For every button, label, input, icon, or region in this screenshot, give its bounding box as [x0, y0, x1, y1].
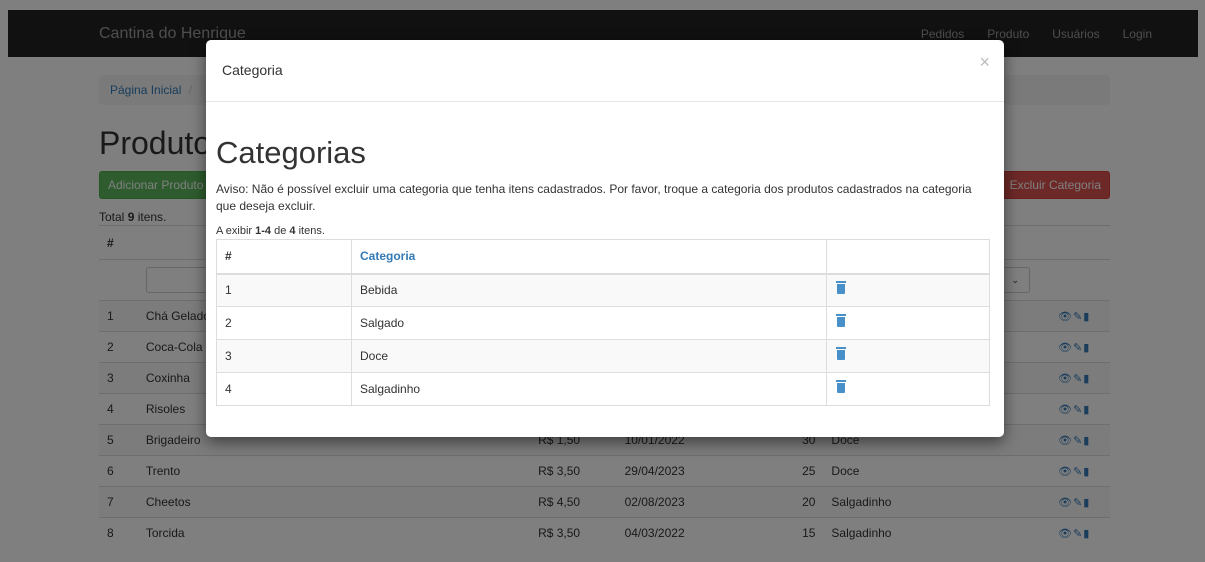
- row-category-name: Doce: [351, 339, 827, 373]
- table-row: 4 Salgadinho: [216, 372, 990, 406]
- row-category-name: Salgadinho: [351, 372, 827, 406]
- modal-item-count: A exibir 1-4 de 4 itens.: [216, 225, 325, 237]
- row-id: 4: [216, 372, 352, 406]
- modal-heading: Categorias: [216, 135, 366, 170]
- trash-icon[interactable]: [836, 314, 846, 327]
- row-category-name: Salgado: [351, 306, 827, 340]
- categories-table: # Categoria 1 Bebida 2 Salgado 3 Doce 4 …: [216, 239, 990, 406]
- trash-icon[interactable]: [836, 347, 846, 360]
- count-mid: de: [271, 225, 290, 237]
- row-id: 2: [216, 306, 352, 340]
- count-range: 1-4: [255, 225, 272, 237]
- count-prefix: A exibir: [216, 225, 256, 237]
- count-suffix: itens.: [295, 225, 325, 237]
- trash-icon[interactable]: [836, 380, 846, 393]
- column-header-category[interactable]: Categoria: [351, 239, 827, 275]
- row-id: 3: [216, 339, 352, 373]
- modal-warning: Aviso: Não é possível excluir uma catego…: [216, 182, 972, 213]
- category-modal: Categoria × Categorias Aviso: Não é poss…: [206, 40, 1004, 437]
- modal-header: Categoria ×: [206, 40, 1004, 102]
- close-icon[interactable]: ×: [979, 52, 990, 73]
- categories-header-row: # Categoria: [216, 239, 990, 275]
- modal-title: Categoria: [222, 62, 283, 78]
- trash-icon[interactable]: [836, 281, 846, 295]
- row-category-name: Bebida: [351, 273, 827, 307]
- table-row: 2 Salgado: [216, 306, 990, 340]
- table-row: 3 Doce: [216, 339, 990, 373]
- column-header-hash: #: [216, 239, 352, 275]
- row-id: 1: [216, 273, 352, 307]
- table-row: 1 Bebida: [216, 273, 990, 307]
